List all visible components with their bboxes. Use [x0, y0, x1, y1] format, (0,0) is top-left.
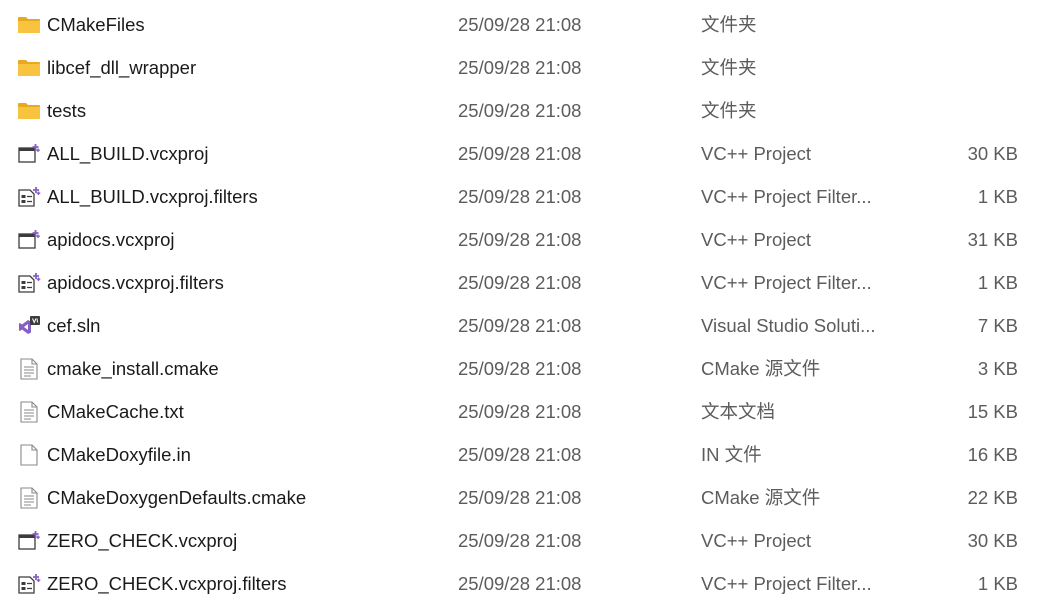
- file-size: 1 KB: [977, 186, 1018, 207]
- visual-studio-solution-icon: [17, 315, 41, 337]
- vcxproj-icon: [17, 229, 41, 251]
- file-list: CMakeFiles 25/09/28 21:08 文件夹 libcef_dll…: [0, 3, 1041, 605]
- file-size: 15 KB: [967, 401, 1018, 422]
- file-type: 文件夹: [701, 14, 757, 35]
- file-type: VC++ Project: [701, 229, 812, 250]
- file-date: 25/09/28 21:08: [458, 143, 582, 164]
- file-type: 文件夹: [701, 100, 757, 121]
- file-row[interactable]: ALL_BUILD.vcxproj.filters 25/09/28 21:08…: [0, 175, 1041, 218]
- file-row[interactable]: ZERO_CHECK.vcxproj 25/09/28 21:08 VC++ P…: [0, 519, 1041, 562]
- file-name: libcef_dll_wrapper: [47, 57, 197, 78]
- file-name: tests: [47, 100, 87, 121]
- file-name: CMakeCache.txt: [47, 401, 184, 422]
- file-type: VC++ Project Filter...: [701, 186, 872, 207]
- file-row[interactable]: ALL_BUILD.vcxproj 25/09/28 21:08 VC++ Pr…: [0, 132, 1041, 175]
- file-name: apidocs.vcxproj.filters: [47, 272, 224, 293]
- file-type: CMake 源文件: [701, 487, 821, 508]
- file-row[interactable]: libcef_dll_wrapper 25/09/28 21:08 文件夹: [0, 46, 1041, 89]
- vcxproj-filters-icon: [17, 186, 41, 208]
- file-row[interactable]: CMakeCache.txt 25/09/28 21:08 文本文档 15 KB: [0, 390, 1041, 433]
- file-size: 3 KB: [977, 358, 1018, 379]
- text-document-icon: [17, 487, 41, 509]
- vcxproj-icon: [17, 143, 41, 165]
- blank-file-icon: [17, 444, 41, 466]
- file-row[interactable]: tests 25/09/28 21:08 文件夹: [0, 89, 1041, 132]
- file-type: VC++ Project Filter...: [701, 573, 872, 594]
- file-name: cef.sln: [47, 315, 101, 336]
- text-document-icon: [17, 401, 41, 423]
- file-name: ALL_BUILD.vcxproj.filters: [47, 186, 258, 207]
- file-size: 1 KB: [977, 272, 1018, 293]
- file-type: CMake 源文件: [701, 358, 821, 379]
- vcxproj-filters-icon: [17, 272, 41, 294]
- file-name: cmake_install.cmake: [47, 358, 219, 379]
- file-date: 25/09/28 21:08: [458, 530, 582, 551]
- file-row[interactable]: apidocs.vcxproj 25/09/28 21:08 VC++ Proj…: [0, 218, 1041, 261]
- file-name: apidocs.vcxproj: [47, 229, 175, 250]
- file-date: 25/09/28 21:08: [458, 573, 582, 594]
- file-row[interactable]: cmake_install.cmake 25/09/28 21:08 CMake…: [0, 347, 1041, 390]
- file-type: VC++ Project: [701, 530, 812, 551]
- file-size: 16 KB: [967, 444, 1018, 465]
- file-date: 25/09/28 21:08: [458, 100, 582, 121]
- file-name: ALL_BUILD.vcxproj: [47, 143, 209, 164]
- file-size: 30 KB: [967, 530, 1018, 551]
- file-row[interactable]: ZERO_CHECK.vcxproj.filters 25/09/28 21:0…: [0, 562, 1041, 605]
- file-date: 25/09/28 21:08: [458, 272, 582, 293]
- file-date: 25/09/28 21:08: [458, 229, 582, 250]
- text-document-icon: [17, 358, 41, 380]
- file-row[interactable]: apidocs.vcxproj.filters 25/09/28 21:08 V…: [0, 261, 1041, 304]
- file-row[interactable]: cef.sln 25/09/28 21:08 Visual Studio Sol…: [0, 304, 1041, 347]
- file-type: VC++ Project Filter...: [701, 272, 872, 293]
- file-date: 25/09/28 21:08: [458, 14, 582, 35]
- file-name: CMakeDoxyfile.in: [47, 444, 191, 465]
- file-date: 25/09/28 21:08: [458, 358, 582, 379]
- file-name: CMakeFiles: [47, 14, 145, 35]
- file-row[interactable]: CMakeFiles 25/09/28 21:08 文件夹: [0, 3, 1041, 46]
- file-size: 7 KB: [977, 315, 1018, 336]
- file-size: 31 KB: [967, 229, 1018, 250]
- file-name: ZERO_CHECK.vcxproj.filters: [47, 573, 287, 594]
- file-type: 文件夹: [701, 57, 757, 78]
- folder-icon: [17, 57, 41, 79]
- file-name: ZERO_CHECK.vcxproj: [47, 530, 238, 551]
- file-date: 25/09/28 21:08: [458, 487, 582, 508]
- file-row[interactable]: CMakeDoxygenDefaults.cmake 25/09/28 21:0…: [0, 476, 1041, 519]
- file-type: VC++ Project: [701, 143, 812, 164]
- vcxproj-icon: [17, 530, 41, 552]
- folder-icon: [17, 14, 41, 36]
- file-size: 30 KB: [967, 143, 1018, 164]
- file-date: 25/09/28 21:08: [458, 401, 582, 422]
- file-date: 25/09/28 21:08: [458, 57, 582, 78]
- file-type: 文本文档: [701, 401, 776, 422]
- folder-icon: [17, 100, 41, 122]
- file-type: Visual Studio Soluti...: [701, 315, 876, 336]
- file-name: CMakeDoxygenDefaults.cmake: [47, 487, 307, 508]
- file-date: 25/09/28 21:08: [458, 186, 582, 207]
- file-row[interactable]: CMakeDoxyfile.in 25/09/28 21:08 IN 文件 16…: [0, 433, 1041, 476]
- file-size: 22 KB: [967, 487, 1018, 508]
- file-type: IN 文件: [701, 444, 762, 465]
- file-date: 25/09/28 21:08: [458, 444, 582, 465]
- file-date: 25/09/28 21:08: [458, 315, 582, 336]
- file-size: 1 KB: [977, 573, 1018, 594]
- vcxproj-filters-icon: [17, 573, 41, 595]
